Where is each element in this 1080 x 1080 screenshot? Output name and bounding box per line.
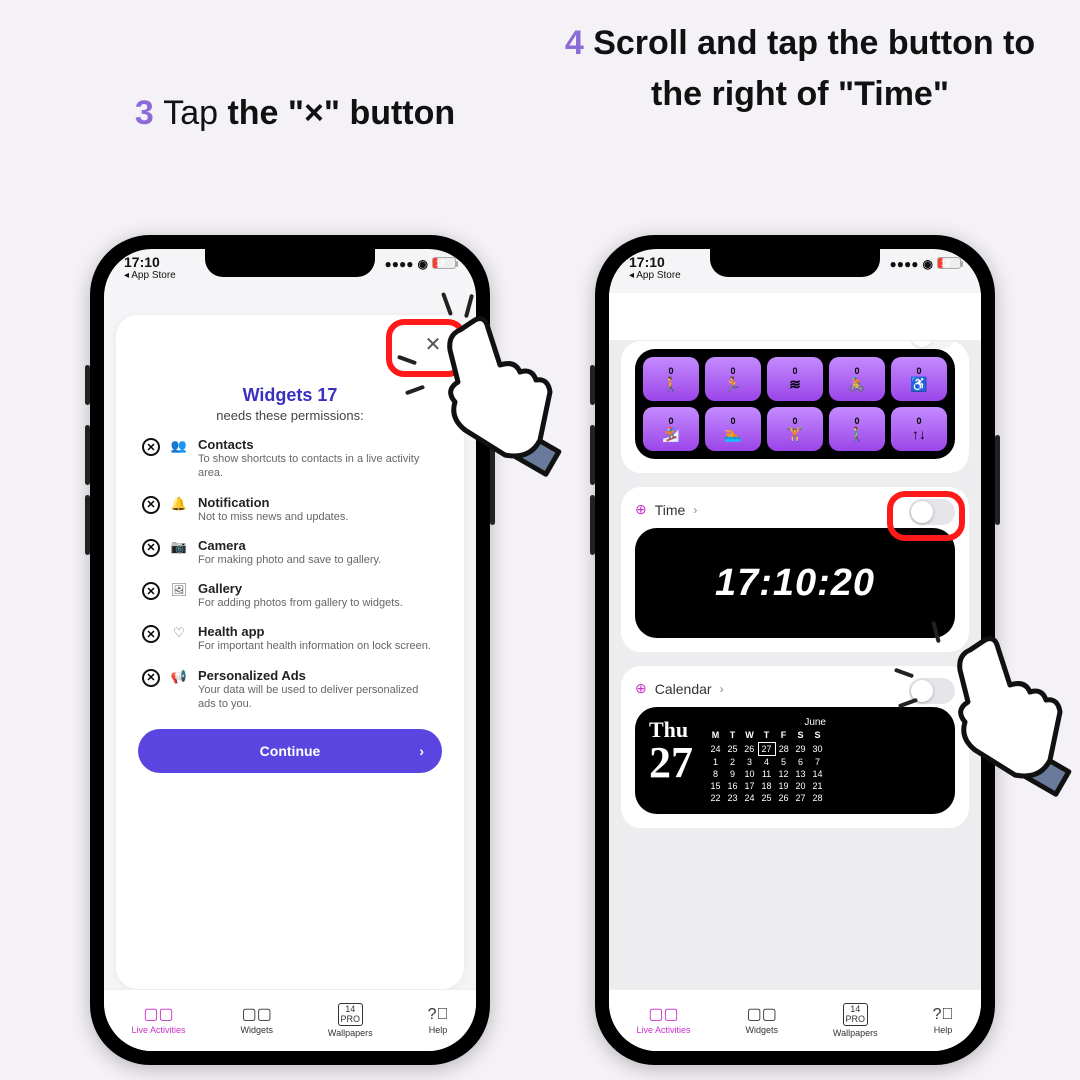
- permission-row: ✕ 📷 CameraFor making photo and save to g…: [142, 538, 438, 567]
- calendar-widget-card: ⊕ Calendar › Thu 27 June MTWTFSS24252627…: [621, 666, 969, 828]
- highlight-ring: [887, 491, 965, 541]
- tab-widgets[interactable]: ▢▢Widgets: [745, 1007, 778, 1035]
- deny-icon: ✕: [142, 625, 160, 643]
- perm-type-icon: 👥: [170, 438, 188, 481]
- time-preview: 17:10:20: [635, 528, 955, 638]
- battery-icon: 12: [432, 257, 456, 269]
- deny-icon: ✕: [142, 582, 160, 600]
- permission-row: ✕ 🖼 GalleryFor adding photos from galler…: [142, 581, 438, 610]
- chevron-right-icon: ›: [720, 682, 724, 696]
- activity-widget-card: 0🚶0🏃0≋0🚴0♿ 0🏂0🏊0🏋0🚶‍♂️0↑↓: [621, 341, 969, 473]
- time-widget-card: ⊕ Time › 17:10:20: [621, 487, 969, 652]
- wifi-icon: ◉: [923, 257, 933, 271]
- battery-icon: 12: [937, 257, 961, 269]
- back-to-appstore[interactable]: ◂ App Store: [629, 270, 681, 281]
- permission-row: ✕ 🔔 NotificationNot to miss news and upd…: [142, 495, 438, 524]
- perm-type-icon: 📷: [170, 539, 188, 567]
- chevron-right-icon: ›: [419, 743, 424, 759]
- perm-title: Widgets 17: [138, 385, 442, 406]
- perm-subtitle: needs these permissions:: [138, 408, 442, 423]
- signal-icon: ●●●●: [890, 257, 919, 271]
- activity-cell: 0♿: [891, 357, 947, 401]
- permission-row: ✕ ♡ Health appFor important health infor…: [142, 624, 438, 653]
- tab-help[interactable]: ?⃝Help: [933, 1007, 954, 1035]
- tab-help[interactable]: ?⃝Help: [428, 1007, 449, 1035]
- activity-toggle[interactable]: [909, 341, 955, 349]
- activity-cell: 0🏋: [767, 407, 823, 451]
- activity-cell: 0🚶: [643, 357, 699, 401]
- instruction-step-4: 4 Scroll and tap the button to the right…: [560, 18, 1040, 120]
- time-label[interactable]: Time: [655, 502, 686, 518]
- up-arrow-icon: ⊕: [635, 680, 647, 697]
- deny-icon: ✕: [142, 539, 160, 557]
- activity-cell: 0🏊: [705, 407, 761, 451]
- activity-cell: 0🏂: [643, 407, 699, 451]
- up-arrow-icon: ⊕: [635, 501, 647, 518]
- continue-button[interactable]: Continue›: [138, 729, 442, 773]
- activity-cell: 0≋: [767, 357, 823, 401]
- chevron-right-icon: ›: [693, 503, 697, 517]
- tab-live-activities[interactable]: ▢▢Live Activities: [636, 1007, 690, 1035]
- permissions-card: ✕ Widgets 17 needs these permissions: ✕ …: [116, 315, 464, 989]
- status-time: 17:10: [629, 255, 681, 270]
- back-to-appstore[interactable]: ◂ App Store: [124, 270, 176, 281]
- wifi-icon: ◉: [418, 257, 428, 271]
- widget-scroll-area[interactable]: 0🚶0🏃0≋0🚴0♿ 0🏂0🏊0🏋0🚶‍♂️0↑↓ ⊕ Time › 17:10:…: [609, 341, 981, 989]
- perm-type-icon: 🔔: [170, 496, 188, 524]
- permission-row: ✕ 👥 ContactsTo show shortcuts to contact…: [142, 437, 438, 481]
- perm-type-icon: ♡: [170, 625, 188, 653]
- deny-icon: ✕: [142, 496, 160, 514]
- calendar-preview: Thu 27 June MTWTFSS242526272829301234567…: [635, 707, 955, 814]
- status-time: 17:10: [124, 255, 176, 270]
- instruction-step-3: 3 Tap the "×" button: [60, 88, 530, 139]
- permission-row: ✕ 📢 Personalized AdsYour data will be us…: [142, 668, 438, 712]
- calendar-label[interactable]: Calendar: [655, 681, 712, 697]
- tap-hand-icon: [420, 310, 570, 485]
- perm-type-icon: 🖼: [170, 582, 188, 610]
- tab-wallpapers[interactable]: 14PROWallpapers: [328, 1003, 373, 1039]
- deny-icon: ✕: [142, 669, 160, 687]
- deny-icon: ✕: [142, 438, 160, 456]
- tab-wallpapers[interactable]: 14PROWallpapers: [833, 1003, 878, 1039]
- tap-hand-icon: [930, 630, 1080, 805]
- activity-cell: 0🚴: [829, 357, 885, 401]
- activity-cell: 0🏃: [705, 357, 761, 401]
- tab-bar: ▢▢Live Activities ▢▢Widgets 14PROWallpaper…: [609, 989, 981, 1051]
- tab-bar: ▢▢Live Activities ▢▢Widgets 14PROWallpaper…: [104, 989, 476, 1051]
- activity-cell: 0🚶‍♂️: [829, 407, 885, 451]
- tab-widgets[interactable]: ▢▢Widgets: [240, 1007, 273, 1035]
- perm-type-icon: 📢: [170, 669, 188, 712]
- tab-live-activities[interactable]: ▢▢Live Activities: [131, 1007, 185, 1035]
- activity-cell: 0↑↓: [891, 407, 947, 451]
- signal-icon: ●●●●: [385, 257, 414, 271]
